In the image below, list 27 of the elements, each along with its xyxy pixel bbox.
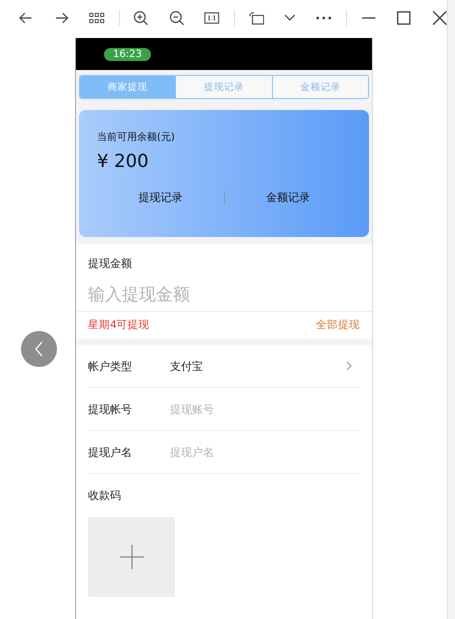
maximize-icon[interactable] [396, 10, 412, 26]
field-label: 提现帐号 [88, 402, 133, 416]
field-label: 帐户类型 [88, 358, 133, 374]
field-label: 提现户名 [88, 444, 133, 460]
zoom-in-icon[interactable] [133, 10, 149, 26]
record-link[interactable]: 提现记录 [97, 190, 224, 205]
plus-icon[interactable] [118, 543, 146, 571]
zoom-out-icon[interactable] [168, 10, 184, 26]
chevron-down-icon[interactable] [284, 14, 296, 22]
account-type-value[interactable]: 支付宝 [170, 358, 346, 374]
balance-amount: ¥ 200 [97, 151, 150, 172]
tab[interactable]: 金额记录 [272, 76, 368, 98]
rotate-icon[interactable] [248, 10, 264, 26]
tab[interactable]: 商家提现 [80, 76, 176, 98]
withdraw-day-note: 星期4可提现 [88, 318, 150, 332]
withdraw-all-link[interactable]: 全部提现 [316, 318, 360, 332]
upload-label: 收款码 [88, 488, 122, 503]
chevron-left-icon[interactable] [34, 341, 44, 357]
balance-label: 当前可用余额(元) [97, 130, 176, 144]
time-badge: 16:23 [104, 48, 151, 60]
record-link[interactable]: 金额记录 [224, 190, 351, 205]
close-icon[interactable] [432, 10, 448, 26]
actual-size-icon[interactable] [204, 10, 220, 26]
withdraw-label: 提现金额 [88, 256, 132, 271]
chevron-right-icon[interactable] [346, 361, 352, 371]
previous-button[interactable] [21, 331, 57, 367]
amount-input-field[interactable]: 输入提现金额 [76, 271, 372, 312]
